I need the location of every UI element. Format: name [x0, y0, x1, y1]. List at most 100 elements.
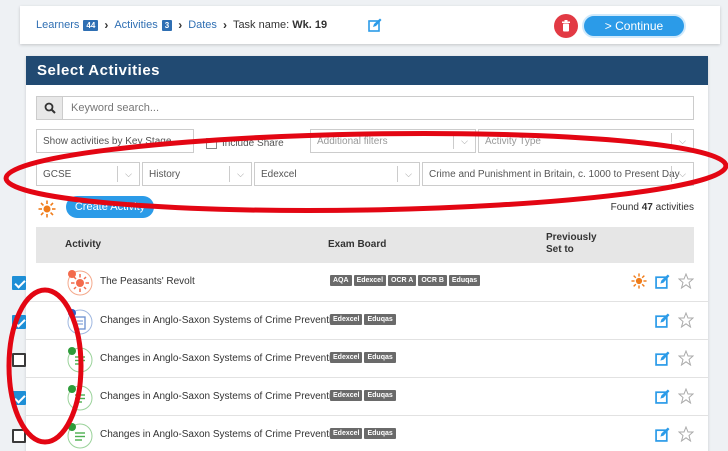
learners-count-badge: 44: [83, 19, 99, 31]
row-actions: [655, 312, 694, 328]
sun-icon[interactable]: [38, 200, 56, 218]
activity-list-icon: [66, 384, 94, 412]
edit-icon[interactable]: [655, 313, 670, 328]
show-activities-by-value: Show activities by Key Stage: [43, 135, 172, 147]
chevron-down-icon: ⌵: [671, 133, 693, 149]
include-share-toggle[interactable]: Include Share: [206, 138, 284, 149]
qualification-select[interactable]: GCSE ⌵: [36, 162, 140, 186]
exam-board-tag: Eduqas: [448, 275, 481, 286]
breadcrumb-bar: Learners 44 › Activities 3 › Dates › Tas…: [20, 6, 720, 44]
row-checkbox[interactable]: [12, 429, 26, 443]
star-icon[interactable]: [678, 426, 694, 442]
row-checkbox[interactable]: [12, 276, 26, 290]
activity-title[interactable]: Changes in Anglo-Saxon Systems of Crime …: [100, 429, 340, 440]
show-activities-by-select[interactable]: Show activities by Key Stage: [36, 129, 194, 153]
row-checkbox[interactable]: [12, 391, 26, 405]
task-name: Task name: Wk. 19: [233, 19, 327, 31]
search-input[interactable]: [63, 98, 693, 118]
chevron-down-icon: ⌵: [671, 166, 693, 182]
edit-icon[interactable]: [655, 351, 670, 366]
exam-board-tags: Edexcel Eduqas: [330, 314, 396, 325]
exam-board-tag: Edexcel: [330, 352, 363, 363]
select-activities-panel: Select Activities Show activities by Key…: [12, 56, 708, 451]
edit-icon[interactable]: [655, 274, 670, 289]
exam-board-tags: AQA Edexcel OCR A OCR B Eduqas: [330, 275, 481, 286]
activity-notes-icon: [66, 308, 94, 336]
app: Learners 44 › Activities 3 › Dates › Tas…: [0, 0, 728, 451]
found-suffix: activities: [655, 202, 694, 213]
subject-select[interactable]: History ⌵: [142, 162, 252, 186]
exam-board-value: Edexcel: [261, 168, 297, 180]
exam-board-tag: Eduqas: [364, 352, 396, 363]
exam-board-tags: Edexcel Eduqas: [330, 352, 396, 363]
chevron-down-icon: ⌵: [117, 166, 139, 182]
exam-board-tags: Edexcel Eduqas: [330, 428, 396, 439]
col-previously-line2: Set to: [546, 244, 574, 255]
activity-list: The Peasants' Revolt AQA Edexcel OCR A O…: [12, 263, 708, 451]
activity-title[interactable]: Changes in Anglo-Saxon Systems of Crime …: [100, 391, 340, 402]
activity-type-placeholder: Activity Type: [485, 135, 541, 147]
additional-filters-select[interactable]: Additional filters ⌵: [310, 129, 476, 153]
row-actions: [655, 350, 694, 366]
exam-board-tag: Eduqas: [364, 314, 396, 325]
breadcrumb: Learners 44 › Activities 3 › Dates › Tas…: [20, 18, 327, 32]
search-icon[interactable]: [37, 97, 63, 119]
delete-button[interactable]: [554, 14, 578, 38]
activity-sun-icon: [66, 269, 94, 297]
topic-select[interactable]: Crime and Punishment in Britain, c. 1000…: [422, 162, 694, 186]
exam-board-tag: OCR A: [388, 275, 417, 286]
found-count: Found 47 activities: [611, 202, 694, 213]
exam-board-tag: Edexcel: [330, 428, 363, 439]
edit-icon[interactable]: [655, 389, 670, 404]
star-icon[interactable]: [678, 312, 694, 328]
exam-board-select[interactable]: Edexcel ⌵: [254, 162, 420, 186]
col-previously-line1: Previously: [546, 232, 597, 243]
include-share-checkbox[interactable]: [206, 138, 217, 149]
table-header: Activity Exam Board Previously Set to: [36, 227, 694, 263]
row-checkbox[interactable]: [12, 315, 26, 329]
task-name-prefix: Task name:: [232, 19, 290, 31]
table-row[interactable]: Changes in Anglo-Saxon Systems of Crime …: [12, 302, 708, 340]
continue-button[interactable]: > Continue: [582, 14, 686, 38]
additional-filters-placeholder: Additional filters: [317, 135, 388, 147]
col-exam-board[interactable]: Exam Board: [328, 239, 386, 250]
edit-icon[interactable]: [655, 427, 670, 442]
subject-value: History: [149, 168, 181, 180]
activity-type-select[interactable]: Activity Type ⌵: [478, 129, 694, 153]
row-actions: [655, 426, 694, 442]
exam-board-tag: Edexcel: [330, 314, 363, 325]
table-row[interactable]: Changes in Anglo-Saxon Systems of Crime …: [12, 378, 708, 416]
crumb-dates[interactable]: Dates: [188, 19, 217, 31]
chevron-right-icon: ›: [104, 18, 109, 32]
topic-value: Crime and Punishment in Britain, c. 1000…: [429, 168, 680, 180]
col-activity[interactable]: Activity: [65, 239, 101, 250]
row-actions: [631, 273, 694, 289]
chevron-right-icon: ›: [222, 18, 227, 32]
activity-title[interactable]: Changes in Anglo-Saxon Systems of Crime …: [100, 315, 340, 326]
row-checkbox[interactable]: [12, 353, 26, 367]
exam-board-tag: Edexcel: [330, 390, 363, 401]
sun-icon[interactable]: [631, 273, 647, 289]
chevron-down-icon: ⌵: [397, 166, 419, 182]
row-actions: [655, 388, 694, 404]
activity-list-icon: [66, 346, 94, 374]
star-icon[interactable]: [678, 350, 694, 366]
edit-task-icon[interactable]: [368, 18, 382, 32]
found-number: 47: [641, 202, 653, 213]
crumb-learners[interactable]: Learners: [36, 19, 79, 31]
exam-board-tag: AQA: [330, 275, 352, 286]
crumb-activities[interactable]: Activities: [114, 19, 157, 31]
table-row[interactable]: Changes in Anglo-Saxon Systems of Crime …: [12, 416, 708, 451]
star-icon[interactable]: [678, 273, 694, 289]
star-icon[interactable]: [678, 388, 694, 404]
table-row[interactable]: The Peasants' Revolt AQA Edexcel OCR A O…: [12, 263, 708, 302]
activity-list-icon: [66, 422, 94, 450]
task-name-value: Wk. 19: [292, 19, 328, 31]
qualification-value: GCSE: [43, 168, 72, 180]
table-row[interactable]: Changes in Anglo-Saxon Systems of Crime …: [12, 340, 708, 378]
activity-title[interactable]: The Peasants' Revolt: [100, 276, 195, 287]
activity-title[interactable]: Changes in Anglo-Saxon Systems of Crime …: [100, 353, 340, 364]
create-activity-button[interactable]: Create Activity: [66, 196, 154, 218]
chevron-right-icon: ›: [178, 18, 183, 32]
found-prefix: Found: [610, 202, 639, 213]
